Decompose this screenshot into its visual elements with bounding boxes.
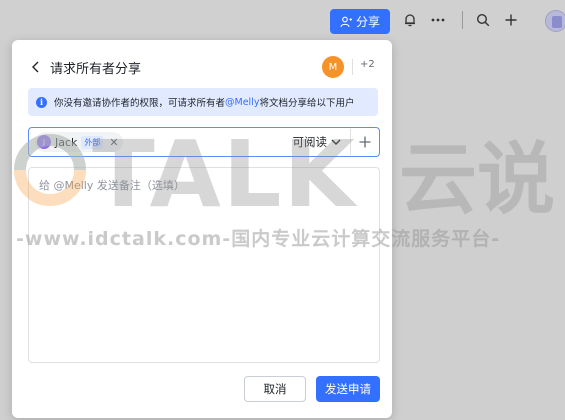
share-label: 分享 [355,15,380,29]
bell-icon[interactable] [401,11,419,29]
plus-icon [359,136,371,148]
external-badge: 外部 [81,135,104,149]
notice-text-prefix: 你没有邀请协作者的权限，可请求所有者 [54,98,226,109]
invitee-name: Jack [55,135,78,149]
back-icon[interactable] [28,59,44,75]
permission-notice: i 你没有邀请协作者的权限，可请求所有者 @Melly 将文档分享给以下用户 [28,88,378,116]
remove-invitee-icon[interactable]: ✕ [109,136,118,149]
plus-icon[interactable] [502,11,520,29]
notice-text-suffix: 将文档分享给以下用户 [259,98,355,109]
invitee-avatar: J [37,135,51,149]
search-icon[interactable] [474,11,492,29]
add-user-icon [340,16,352,27]
header-divider [352,59,353,75]
share-button[interactable]: 分享 [330,9,390,34]
invitee-chip: J Jack 外部 ✕ [35,132,123,152]
invitee-input[interactable]: J Jack 外部 ✕ 可阅读 [28,127,380,157]
user-avatar[interactable] [545,10,565,32]
invite-divider [350,129,351,155]
top-toolbar: 分享 [0,0,565,40]
watermark-logo-cn: 云说 [399,135,555,225]
request-share-dialog: 请求所有者分享 M +2 i 你没有邀请协作者的权限，可请求所有者 @Melly… [12,40,392,418]
send-request-button[interactable]: 发送申请 [316,376,380,402]
more-icon[interactable] [429,11,447,29]
info-icon: i [36,96,47,108]
note-placeholder: 给 @Melly 发送备注（选填） [39,179,185,192]
permission-select[interactable]: 可阅读 [293,128,342,156]
note-textarea[interactable]: 给 @Melly 发送备注（选填） [28,167,380,363]
permission-value: 可阅读 [292,135,328,149]
owner-avatar[interactable]: M [322,56,344,78]
notice-mention: @Melly [225,96,260,108]
add-invitee-button[interactable] [355,131,375,153]
dialog-title: 请求所有者分享 [50,61,142,77]
cancel-button[interactable]: 取消 [244,376,306,402]
more-collaborators-count[interactable]: +2 [360,59,375,70]
chevron-down-icon [331,139,341,145]
toolbar-divider [462,11,463,29]
